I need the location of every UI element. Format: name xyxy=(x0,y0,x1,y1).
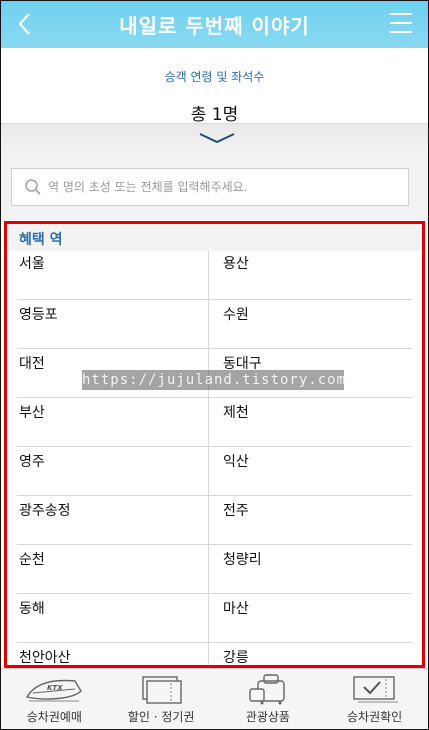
ticket-icon xyxy=(142,676,182,704)
passenger-total: 총 1명 xyxy=(190,105,239,125)
station-list-header: 혜택 역 xyxy=(7,224,422,251)
app-header: 내일로 두번째 이야기 xyxy=(1,1,428,48)
station-item[interactable]: 수원 xyxy=(208,300,412,348)
station-item[interactable]: 강릉 xyxy=(208,643,412,665)
station-item[interactable]: 부산 xyxy=(17,398,208,446)
search-input[interactable] xyxy=(48,171,403,203)
nav-item-reserve[interactable]: KTX 승차권예매 xyxy=(1,669,108,729)
watermark: https://jujuland.tistory.com xyxy=(82,370,347,390)
station-item[interactable]: 광주송정 xyxy=(17,496,208,544)
station-item[interactable]: 용산 xyxy=(208,251,412,299)
nav-item-discount[interactable]: 할인 · 정기권 xyxy=(108,669,215,729)
search-box[interactable] xyxy=(11,168,409,206)
table-row: 영등포 수원 xyxy=(17,300,412,349)
station-item[interactable]: 동해 xyxy=(17,594,208,642)
passenger-label[interactable]: 승객 연령 및 좌석수 xyxy=(1,68,428,85)
hamburger-icon xyxy=(390,13,412,15)
menu-button[interactable] xyxy=(390,13,412,35)
station-item[interactable]: 영주 xyxy=(17,447,208,495)
nav-label: 승차권확인 xyxy=(347,710,403,724)
station-item[interactable]: 청량리 xyxy=(208,545,412,593)
station-item[interactable]: 익산 xyxy=(208,447,412,495)
page-title: 내일로 두번째 이야기 xyxy=(119,14,310,38)
table-row: 부산 제천 xyxy=(17,398,412,447)
table-row: 순천 청량리 xyxy=(17,545,412,594)
station-grid: 서울 용산 영등포 수원 대전 동대구 부산 제천 영주 익산 광주송정 전주 … xyxy=(7,251,422,665)
table-row: 서울 용산 xyxy=(17,251,412,300)
table-row: 동해 마산 xyxy=(17,594,412,643)
station-item[interactable]: 서울 xyxy=(17,251,208,299)
ktx-train-icon: KTX xyxy=(26,679,83,702)
svg-text:KTX: KTX xyxy=(47,684,63,692)
station-list-panel: 혜택 역 서울 용산 영등포 수원 대전 동대구 부산 제천 영주 익산 광주송… xyxy=(4,221,425,668)
table-row: 영주 익산 xyxy=(17,447,412,496)
ticket-check-icon xyxy=(352,676,398,703)
expand-toggle[interactable] xyxy=(1,123,428,156)
nav-item-tour[interactable]: 관광상품 xyxy=(215,669,322,729)
search-area xyxy=(1,156,428,220)
station-item[interactable]: 마산 xyxy=(208,594,412,642)
station-item[interactable]: 영등포 xyxy=(17,300,208,348)
station-item[interactable]: 천안아산 xyxy=(17,643,208,665)
search-icon xyxy=(25,179,41,195)
nav-item-check[interactable]: 승차권확인 xyxy=(321,669,428,729)
station-item[interactable]: 제천 xyxy=(208,398,412,446)
passenger-section: 승객 연령 및 좌석수 총 1명 xyxy=(1,48,428,156)
luggage-icon xyxy=(249,674,285,705)
station-item[interactable]: 순천 xyxy=(17,545,208,593)
nav-label: 승차권예매 xyxy=(26,710,82,724)
table-row: 광주송정 전주 xyxy=(17,496,412,545)
hamburger-icon-line xyxy=(390,31,412,33)
hamburger-icon-line xyxy=(390,22,412,24)
chevron-down-icon xyxy=(199,133,235,144)
station-item[interactable]: 전주 xyxy=(208,496,412,544)
nav-label: 관광상품 xyxy=(245,710,290,724)
nav-label: 할인 · 정기권 xyxy=(127,710,195,724)
table-row: 천안아산 강릉 xyxy=(17,643,412,665)
bottom-nav: KTX 승차권예매 할인 · 정기권 관광상품 승차권확인 xyxy=(1,668,428,729)
